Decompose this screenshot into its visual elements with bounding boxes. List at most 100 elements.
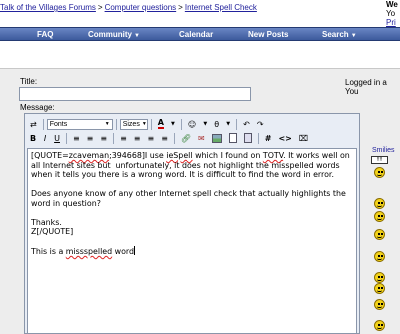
- eek-smilie-icon[interactable]: [374, 299, 385, 310]
- ordered-list-icon: ≡: [120, 133, 127, 143]
- logged-in-line-2: You: [345, 87, 359, 96]
- undo-button[interactable]: ↶: [240, 118, 253, 130]
- wrap-php-button[interactable]: ⌧: [296, 132, 311, 144]
- shock-smilie-icon[interactable]: [374, 167, 385, 178]
- switch-mode-icon[interactable]: ⇄: [27, 118, 40, 130]
- smilie-feature: [377, 327, 382, 329]
- breadcrumb-link-computer-questions[interactable]: Computer questions: [105, 3, 177, 12]
- smilie-feature: [378, 215, 380, 217]
- nav-calendar-label: Calendar: [179, 30, 214, 39]
- navbar: FAQ Community ▼ Calendar New Posts Search…: [0, 27, 400, 41]
- smilie-feature: [377, 306, 382, 308]
- nav-search-label: Search: [322, 30, 349, 39]
- align-center-button[interactable]: ≡: [84, 132, 97, 144]
- indent-button[interactable]: ≡: [158, 132, 171, 144]
- misspelled-word: ieSpell: [166, 151, 193, 160]
- bold-button[interactable]: B: [27, 132, 39, 144]
- happy-smilie-icon[interactable]: [374, 283, 385, 294]
- breadcrumb-separator: >: [178, 3, 183, 12]
- unordered-list-button[interactable]: ≡: [131, 132, 144, 144]
- redo-button[interactable]: ↷: [254, 118, 267, 130]
- message-textarea[interactable]: [QUOTE=zcaveman;394668]I use ieSpell whi…: [27, 148, 357, 334]
- nav-calendar[interactable]: Calendar: [179, 30, 213, 39]
- chevron-down-icon[interactable]: ▼: [168, 118, 178, 130]
- welcome-line-1: We: [386, 0, 398, 9]
- wrap-code-button[interactable]: #: [262, 132, 275, 144]
- message-paragraph: This is a missspelled word: [31, 246, 353, 257]
- smiley-icon: ☺: [187, 119, 197, 129]
- smilie-feature: [378, 276, 380, 278]
- grin-smilie-icon[interactable]: [374, 272, 385, 283]
- chevron-down-icon[interactable]: ▼: [223, 118, 233, 130]
- welcome-box: We Yo Pri: [386, 0, 400, 27]
- email-icon: ✉: [198, 133, 205, 143]
- smilie-feature: [381, 233, 383, 235]
- chevron-down-icon[interactable]: ▼: [200, 118, 210, 130]
- smilie-feature: [378, 287, 380, 289]
- message-paragraph: [QUOTE=zcaveman;394668]I use ieSpell whi…: [31, 151, 353, 180]
- breadcrumb-separator: >: [97, 3, 103, 12]
- font-select[interactable]: Fonts ▼: [46, 118, 113, 130]
- text-color-button[interactable]: A: [155, 118, 167, 130]
- toolbar-divider: [236, 118, 238, 130]
- nav-search[interactable]: Search ▼: [322, 30, 357, 39]
- smilie-feature: [377, 258, 382, 260]
- misspelled-word: zcaveman: [68, 151, 110, 160]
- smilie-feature: [381, 276, 383, 278]
- ordered-list-button[interactable]: ≡: [117, 132, 130, 144]
- smile-smilie-icon[interactable]: [374, 320, 385, 331]
- smile-smilie-icon[interactable]: [374, 229, 385, 240]
- smile-smilie-icon[interactable]: [374, 198, 385, 209]
- attachment-button[interactable]: θ: [211, 118, 222, 130]
- bold-icon: B: [30, 133, 37, 143]
- smile-smilie-icon[interactable]: [374, 211, 385, 222]
- breadcrumb-link-current-thread[interactable]: Internet Spell Check: [185, 3, 257, 12]
- wrap-html-button[interactable]: <>: [275, 132, 294, 144]
- top-header: Talk of the Villages Forums > Computer que…: [0, 0, 400, 27]
- message-text: ;394668]I use: [109, 151, 167, 160]
- message-editor: ⇄ Fonts ▼ Sizes ▼ A ▼ ☺ ▼ θ ▼ ↶ ↷ B I U ≡ …: [24, 113, 360, 334]
- insert-video-button[interactable]: [226, 132, 240, 144]
- size-select[interactable]: Sizes ▼: [119, 118, 148, 130]
- nav-community-label: Community: [88, 30, 132, 39]
- hash-icon: #: [264, 133, 272, 143]
- smilie-feature: [381, 303, 383, 305]
- undo-icon: ↶: [243, 119, 250, 129]
- video-icon: [228, 133, 237, 143]
- size-select-value: Sizes: [122, 120, 140, 128]
- toolbar-divider: [42, 118, 44, 130]
- smilie-feature: [377, 236, 382, 238]
- message-text: which I found on: [192, 151, 263, 160]
- grin-smilie-icon[interactable]: [374, 251, 385, 262]
- message-text: This is a: [31, 247, 66, 256]
- insert-email-button[interactable]: ✉: [195, 132, 208, 144]
- title-input[interactable]: [19, 87, 251, 101]
- quote-button[interactable]: [241, 132, 255, 144]
- underline-icon: U: [54, 133, 60, 143]
- nav-community[interactable]: Community ▼: [88, 30, 140, 39]
- underline-button[interactable]: U: [51, 132, 63, 144]
- insert-image-button[interactable]: [209, 132, 225, 144]
- misspelled-word: missspelled: [65, 247, 113, 256]
- toolbar-divider: [65, 132, 67, 144]
- smilie-picker-button[interactable]: ☺: [185, 118, 199, 130]
- outdent-button[interactable]: ≡: [144, 132, 157, 144]
- italic-button[interactable]: I: [40, 132, 50, 144]
- toolbar-divider: [115, 118, 117, 130]
- insert-link-button[interactable]: 🔗︎: [178, 132, 194, 144]
- nav-new-posts[interactable]: New Posts: [248, 30, 288, 39]
- breadcrumb-link-forums[interactable]: Talk of the Villages Forums: [0, 3, 96, 12]
- chevron-down-icon: ▼: [134, 33, 140, 39]
- link-icon: 🔗︎: [180, 133, 192, 143]
- align-left-button[interactable]: ≡: [70, 132, 83, 144]
- chevron-down-icon: ▼: [104, 121, 110, 127]
- welcome-line-3[interactable]: Pri: [386, 18, 400, 27]
- nav-faq[interactable]: FAQ: [37, 30, 53, 39]
- smilies-label[interactable]: Smilies: [372, 147, 395, 154]
- align-right-button[interactable]: ≡: [97, 132, 110, 144]
- smilie-feature: [378, 303, 380, 305]
- toolbar-divider: [113, 132, 115, 144]
- toolbar-row-1: ⇄ Fonts ▼ Sizes ▼ A ▼ ☺ ▼ θ ▼ ↶ ↷: [27, 117, 267, 131]
- smilie-feature: [377, 290, 382, 292]
